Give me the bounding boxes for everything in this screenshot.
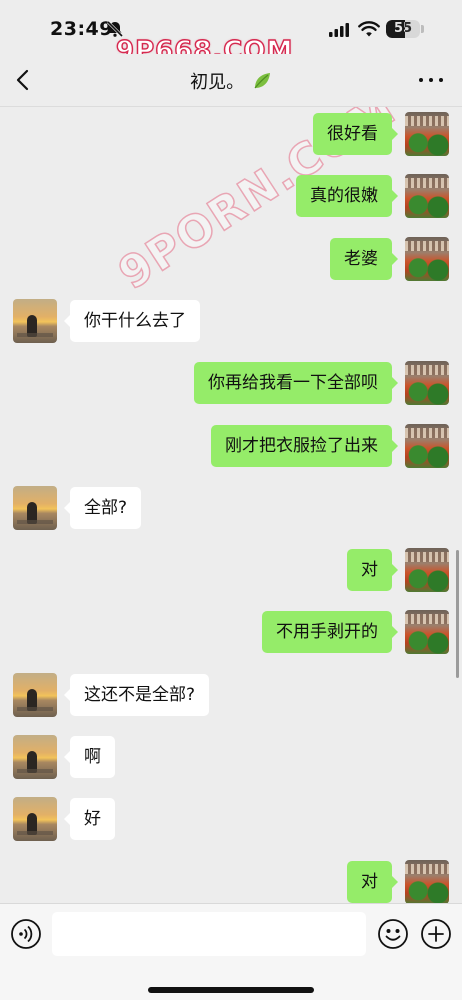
avatar-contact[interactable] <box>13 735 57 779</box>
input-bar <box>0 903 462 1000</box>
home-indicator[interactable] <box>148 987 314 993</box>
message-bubble[interactable]: 不用手剥开的 <box>262 611 398 653</box>
leaf-icon <box>254 73 270 89</box>
avatar-self[interactable] <box>405 610 449 654</box>
battery-level: 55 <box>393 21 413 36</box>
message-bubble[interactable]: 老婆 <box>330 238 398 280</box>
message-input[interactable] <box>52 912 366 956</box>
message-bubble[interactable]: 啊 <box>64 736 115 778</box>
more-dot <box>419 78 423 82</box>
battery-cap <box>421 25 424 33</box>
avatar-contact[interactable] <box>13 673 57 717</box>
more-dot <box>429 78 433 82</box>
avatar-contact[interactable] <box>13 797 57 841</box>
chat-title-text: 初见。 <box>190 72 245 93</box>
message-row-other: 好 <box>0 797 462 843</box>
avatar-self[interactable] <box>405 860 449 903</box>
message-row-other: 这还不是全部? <box>0 673 462 719</box>
avatar-self[interactable] <box>405 174 449 218</box>
status-time: 23:49 <box>50 18 113 40</box>
status-bar: 23:49 55 9P668.COM <box>0 0 462 67</box>
more-options-button[interactable] <box>414 68 448 92</box>
emoji-icon[interactable] <box>377 918 409 950</box>
plus-icon[interactable] <box>420 918 452 950</box>
avatar-self[interactable] <box>405 361 449 405</box>
message-row-self: 刚才把衣服捡了出来 <box>0 424 462 470</box>
scrollbar[interactable] <box>456 550 459 678</box>
chat-screen: 23:49 55 9P668.COM 初见。 9PORN.COM 很好看 真的很… <box>0 0 462 1000</box>
message-row-other: 你干什么去了 <box>0 299 462 345</box>
more-dot <box>439 78 443 82</box>
message-bubble[interactable]: 真的很嫩 <box>296 175 398 217</box>
battery-indicator: 55 <box>386 20 420 38</box>
message-row-self: 真的很嫩 <box>0 174 462 220</box>
message-row-self: 老婆 <box>0 237 462 283</box>
message-bubble[interactable]: 刚才把衣服捡了出来 <box>211 425 398 467</box>
chat-header: 初见。 <box>0 54 462 107</box>
wifi-icon <box>358 21 380 37</box>
message-bubble[interactable]: 全部? <box>63 487 142 529</box>
message-row-self: 很好看 <box>0 112 462 158</box>
message-row-other: 全部? <box>0 486 462 532</box>
message-row-self: 对 <box>0 548 462 594</box>
message-bubble[interactable]: 好 <box>64 798 115 840</box>
message-bubble[interactable]: 这还不是全部? <box>63 674 210 716</box>
avatar-contact[interactable] <box>13 299 57 343</box>
chat-title: 初见。 <box>0 68 462 94</box>
message-bubble[interactable]: 对 <box>347 549 398 591</box>
message-bubble[interactable]: 对 <box>347 861 398 903</box>
avatar-self[interactable] <box>405 237 449 281</box>
message-row-self: 你再给我看一下全部呗 <box>0 361 462 407</box>
message-row-self: 不用手剥开的 <box>0 610 462 656</box>
avatar-self[interactable] <box>405 548 449 592</box>
signal-icon <box>329 23 349 37</box>
message-row-self: 对 <box>0 860 462 903</box>
message-row-other: 啊 <box>0 735 462 781</box>
avatar-self[interactable] <box>405 112 449 156</box>
message-bubble[interactable]: 很好看 <box>313 113 398 155</box>
message-bubble[interactable]: 你干什么去了 <box>64 300 200 342</box>
message-bubble[interactable]: 你再给我看一下全部呗 <box>194 362 398 404</box>
voice-icon[interactable] <box>10 918 42 950</box>
avatar-self[interactable] <box>405 424 449 468</box>
avatar-contact[interactable] <box>13 486 57 530</box>
message-list[interactable]: 9PORN.COM 很好看 真的很嫩 老婆 你干什么去了 你再给我看一下全部呗 刚才把衣服… <box>0 107 462 903</box>
